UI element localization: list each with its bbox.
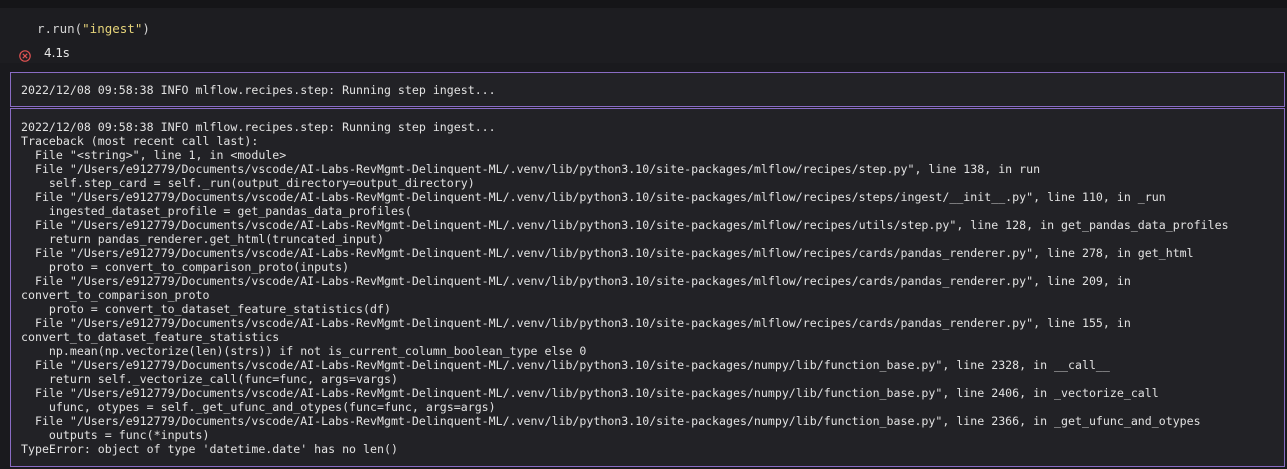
execution-time: 4.1s [44,46,70,60]
code-line[interactable]: r.run("ingest") [37,21,150,36]
traceback-line: convert_to_comparison_proto [21,288,210,302]
traceback-line: File "/Users/e912779/Documents/vscode/AI… [21,274,1131,288]
traceback-line: File "/Users/e912779/Documents/vscode/AI… [21,414,1201,428]
output-info-log[interactable]: 2022/12/08 09:58:38 INFO mlflow.recipes.… [10,72,1285,107]
traceback-line: File "/Users/e912779/Documents/vscode/AI… [21,386,1159,400]
traceback-line: File "/Users/e912779/Documents/vscode/AI… [21,246,1194,260]
traceback-line: convert_to_dataset_feature_statistics [21,330,280,344]
traceback-error-line: TypeError: object of type 'datetime.date… [21,442,398,456]
traceback-line: ingested_dataset_profile = get_pandas_da… [21,204,412,218]
traceback-line: np.mean(np.vectorize(len)(strs)) if not … [21,344,587,358]
output-traceback[interactable]: 2022/12/08 09:58:38 INFO mlflow.recipes.… [10,108,1285,467]
code-cell[interactable]: r.run("ingest") 4.1s [0,8,1287,63]
traceback-line: proto = convert_to_dataset_feature_stati… [21,302,391,316]
traceback-line: outputs = func(*inputs) [21,428,210,442]
traceback-line: File "/Users/e912779/Documents/vscode/AI… [21,316,1131,330]
traceback-line: self.step_card = self._run(output_direct… [21,176,475,190]
cell-status: 4.1s [19,45,70,62]
traceback-line: 2022/12/08 09:58:38 INFO mlflow.recipes.… [21,120,496,134]
code-call: r.run( [37,21,83,36]
code-string-literal: "ingest" [82,21,143,36]
traceback-line: File "/Users/e912779/Documents/vscode/AI… [21,162,1041,176]
traceback-line: File "/Users/e912779/Documents/vscode/AI… [21,190,1166,204]
error-circle-x-icon [19,47,31,62]
code-call-close: ) [142,21,150,36]
traceback-line: Traceback (most recent call last): [21,134,259,148]
info-log-text: 2022/12/08 09:58:38 INFO mlflow.recipes.… [21,83,496,97]
traceback-text: 2022/12/08 09:58:38 INFO mlflow.recipes.… [21,120,1229,456]
traceback-line: File "/Users/e912779/Documents/vscode/AI… [21,358,1110,372]
traceback-line: return self._vectorize_call(func=func, a… [21,372,398,386]
traceback-line: proto = convert_to_comparison_proto(inpu… [21,260,350,274]
traceback-line: File "<string>", line 1, in <module> [21,148,287,162]
notebook-top-strip [0,0,1287,8]
traceback-line: return pandas_renderer.get_html(truncate… [21,232,384,246]
traceback-line: File "/Users/e912779/Documents/vscode/AI… [21,218,1229,232]
traceback-line: ufunc, otypes = self._get_ufunc_and_otyp… [21,400,496,414]
